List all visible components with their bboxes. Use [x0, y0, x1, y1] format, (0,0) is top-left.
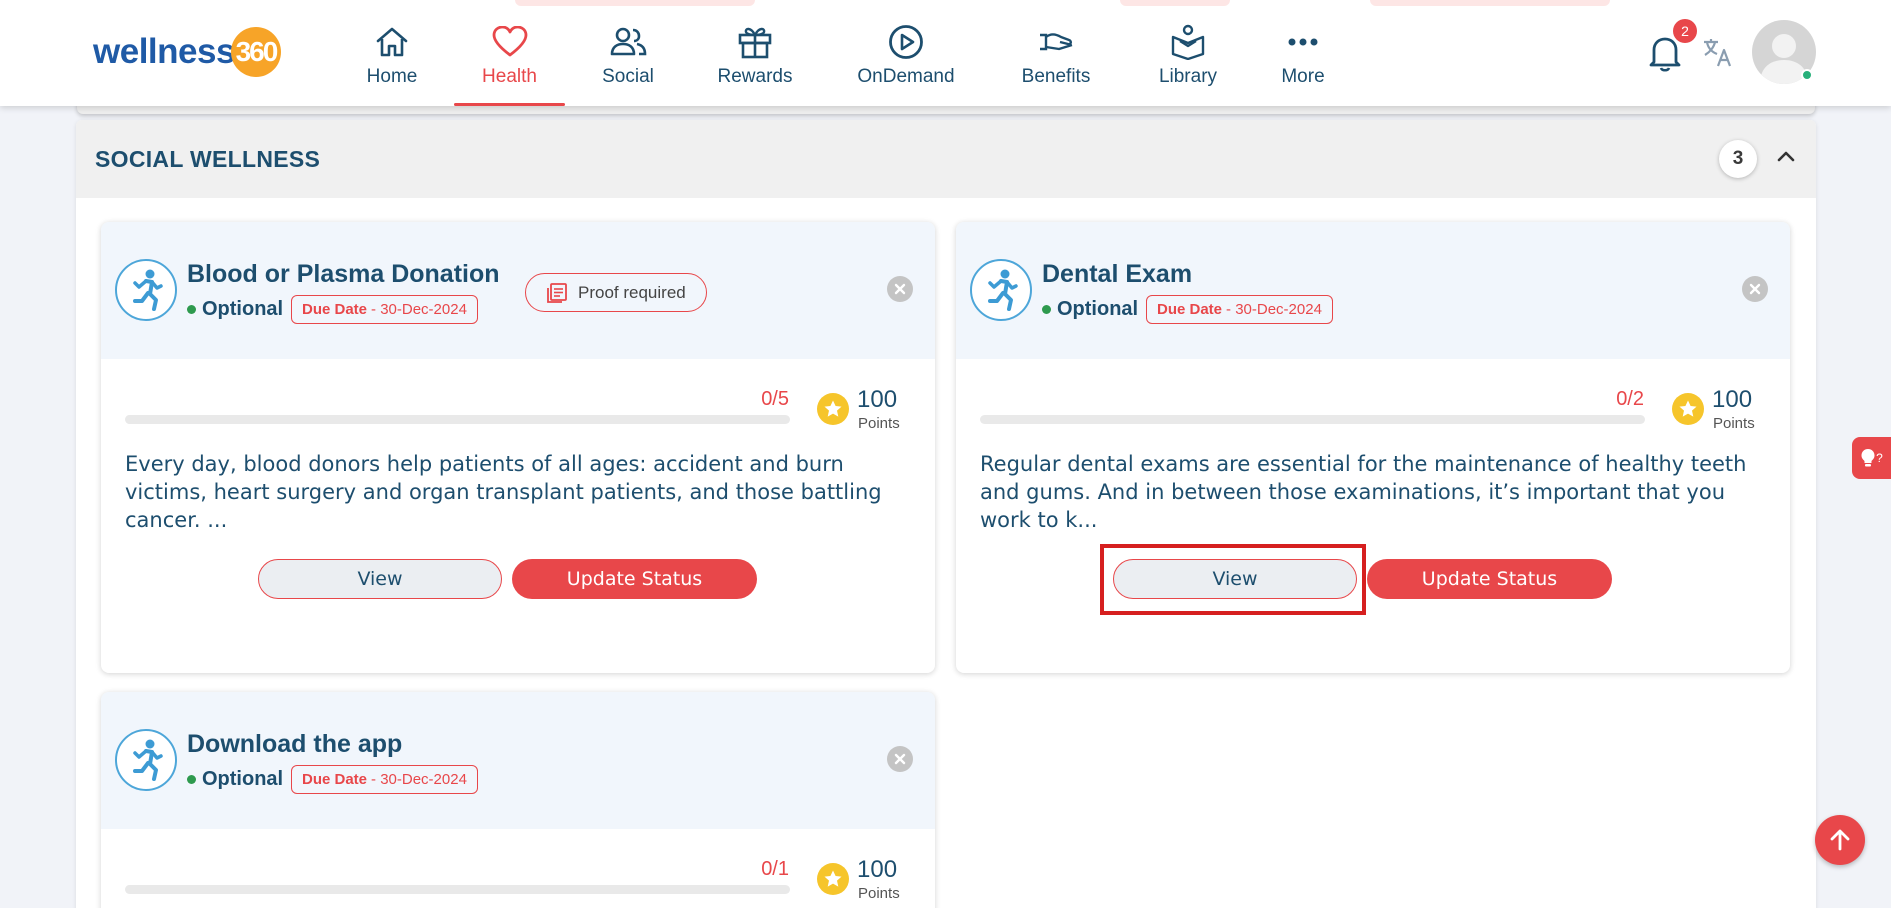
optional-status: Optional [187, 298, 283, 321]
points-value: 100 [857, 856, 898, 883]
due-date-badge: Due Date - 30-Dec-2024 [1146, 295, 1333, 324]
proof-required-label: Proof required [578, 282, 686, 302]
optional-status: Optional [187, 768, 283, 791]
help-tips-tab[interactable]: ? [1852, 437, 1891, 479]
running-person-icon [970, 259, 1032, 321]
highlight-box [1100, 544, 1366, 615]
section-title: SOCIAL WELLNESS [95, 146, 321, 172]
points-value: 100 [1712, 386, 1753, 413]
chevron-up-icon[interactable] [1776, 148, 1796, 167]
points-label: Points [858, 885, 900, 902]
due-date-value: - 30-Dec-2024 [1226, 301, 1322, 318]
section-header[interactable]: SOCIAL WELLNESS 3 [76, 120, 1816, 198]
nav-benefits-label: Benefits [1021, 66, 1091, 87]
heart-icon [492, 24, 528, 60]
running-person-icon [115, 729, 177, 791]
translate-icon[interactable] [1702, 36, 1734, 72]
nav-home[interactable]: Home [360, 0, 424, 106]
nav-more-label: More [1281, 66, 1325, 87]
progress-count: 0/1 [761, 858, 789, 880]
lightbulb-icon [1861, 449, 1875, 467]
points-value: 100 [857, 386, 898, 413]
play-circle-icon [888, 24, 924, 60]
star-icon [817, 393, 849, 425]
nav-social-label: Social [602, 66, 654, 87]
progress-bar [980, 415, 1645, 424]
notification-count-badge: 2 [1673, 19, 1697, 43]
optional-label: Optional [202, 298, 284, 320]
nav-social[interactable]: Social [596, 0, 660, 106]
logo-360-badge: 360 [230, 27, 281, 77]
progress-count: 0/5 [761, 388, 789, 410]
card-title: Dental Exam [1042, 260, 1193, 288]
update-status-button[interactable]: Update Status [512, 559, 757, 599]
status-dot [187, 305, 196, 314]
due-date-label: Due Date [302, 301, 368, 318]
close-icon[interactable] [1742, 276, 1768, 302]
activity-card-dental-exam: Dental Exam Optional Due Date - 30-Dec-2… [956, 222, 1790, 673]
more-dots-icon [1288, 24, 1318, 60]
optional-label: Optional [1057, 298, 1139, 320]
activity-card-download-app: Download the app Optional Due Date - 30-… [101, 692, 935, 908]
due-date-value: - 30-Dec-2024 [371, 771, 467, 788]
card-header: Dental Exam Optional Due Date - 30-Dec-2… [956, 222, 1790, 359]
wellness360-logo[interactable]: wellness 360 [93, 26, 281, 78]
card-title: Blood or Plasma Donation [187, 260, 500, 288]
optional-status: Optional [1042, 298, 1138, 321]
header-fade-decoration [1370, 0, 1610, 6]
top-nav-bar: wellness 360 Home Health Social Rewards … [0, 0, 1891, 106]
gift-icon [737, 24, 773, 60]
status-dot [187, 775, 196, 784]
home-icon [375, 24, 409, 60]
update-status-button[interactable]: Update Status [1367, 559, 1612, 599]
optional-label: Optional [202, 768, 284, 790]
nav-more[interactable]: More [1272, 0, 1334, 106]
close-icon[interactable] [887, 746, 913, 772]
library-icon [1170, 24, 1206, 60]
close-icon[interactable] [887, 276, 913, 302]
card-title: Download the app [187, 730, 403, 758]
star-icon [1672, 393, 1704, 425]
arrow-up-icon [1830, 829, 1850, 851]
nav-rewards[interactable]: Rewards [712, 0, 798, 106]
nav-benefits[interactable]: Benefits [1014, 0, 1098, 106]
proof-required-badge: Proof required [525, 273, 707, 312]
card-description: Regular dental exams are essential for t… [980, 452, 1747, 532]
progress-bar [125, 415, 790, 424]
activity-count-badge: 3 [1719, 140, 1757, 178]
card-header: Download the app Optional Due Date - 30-… [101, 692, 935, 829]
scroll-to-top-button[interactable] [1815, 815, 1865, 865]
points-label: Points [1713, 415, 1755, 432]
online-status-dot [1801, 69, 1813, 81]
nav-library[interactable]: Library [1150, 0, 1226, 106]
points-label: Points [858, 415, 900, 432]
due-date-badge: Due Date - 30-Dec-2024 [291, 295, 478, 324]
card-header: Blood or Plasma Donation Optional Due Da… [101, 222, 935, 359]
logo-text: wellness [93, 32, 235, 71]
running-person-icon [115, 259, 177, 321]
people-icon [609, 24, 647, 60]
hand-benefits-icon [1037, 24, 1075, 60]
card-description: Every day, blood donors help patients of… [125, 452, 882, 532]
help-tips-mark: ? [1876, 451, 1883, 465]
nav-home-label: Home [366, 66, 418, 87]
progress-count: 0/2 [1616, 388, 1644, 410]
nav-library-label: Library [1158, 66, 1218, 87]
due-date-label: Due Date [1157, 301, 1223, 318]
activity-card-blood-donation: Blood or Plasma Donation Optional Due Da… [101, 222, 935, 673]
progress-bar [125, 885, 790, 894]
due-date-label: Due Date [302, 771, 368, 788]
nav-rewards-label: Rewards [717, 66, 793, 87]
nav-ondemand[interactable]: OnDemand [852, 0, 960, 106]
status-dot [1042, 305, 1051, 314]
star-icon [817, 863, 849, 895]
nav-health[interactable]: Health [454, 0, 565, 106]
nav-health-label: Health [482, 66, 537, 87]
due-date-badge: Due Date - 30-Dec-2024 [291, 765, 478, 794]
due-date-value: - 30-Dec-2024 [371, 301, 467, 318]
nav-ondemand-label: OnDemand [857, 66, 955, 87]
document-icon [547, 282, 567, 303]
view-button[interactable]: View [258, 559, 502, 599]
